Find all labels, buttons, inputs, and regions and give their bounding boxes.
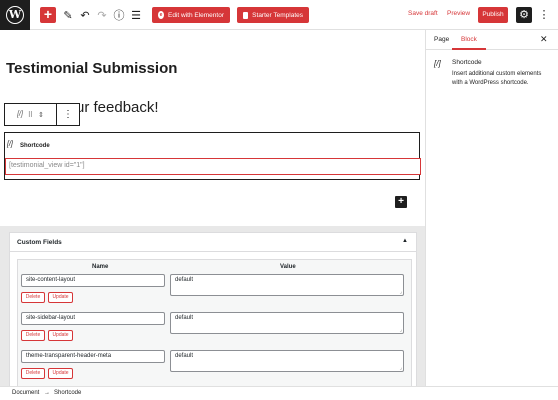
details-icon[interactable]: ⓘ xyxy=(111,7,127,23)
update-button[interactable]: Update xyxy=(48,292,73,303)
move-up-down-icon[interactable]: ⇕ xyxy=(38,111,44,119)
edit-with-elementor-button[interactable]: e Edit with Elementor xyxy=(152,7,230,23)
meta-value-field[interactable]: default ⌟ xyxy=(170,312,404,334)
tab-block[interactable]: Block xyxy=(461,36,477,43)
starter-templates-label: Starter Templates xyxy=(252,11,303,19)
editor-toolbar: W + ✎ ↶ ↷ ⓘ ☰ e Edit with Elementor Star… xyxy=(0,0,558,30)
block-toolbar: [/] ⠿ ⇕ ⋮ xyxy=(4,103,80,126)
sidebar-tabs: Page Block ✕ xyxy=(426,30,558,50)
breadcrumb-shortcode[interactable]: Shortcode xyxy=(54,390,81,396)
tab-page[interactable]: Page xyxy=(434,36,449,43)
delete-button[interactable]: Delete xyxy=(21,292,45,303)
shortcode-label: Shortcode xyxy=(20,143,50,149)
pencil-icon[interactable]: ✎ xyxy=(60,7,76,23)
update-button[interactable]: Update xyxy=(48,368,73,379)
column-header-name: Name xyxy=(92,264,109,270)
breadcrumb-document[interactable]: Document xyxy=(12,390,39,396)
settings-gear-icon[interactable]: ⚙ xyxy=(516,7,532,23)
update-button[interactable]: Update xyxy=(48,330,73,341)
more-options-icon[interactable]: ⋮ xyxy=(537,7,551,23)
save-draft-button[interactable]: Save draft xyxy=(408,10,438,17)
custom-fields-panel: Custom Fields ▲ Name Value site-content-… xyxy=(9,232,417,390)
resize-handle-icon[interactable]: ⌟ xyxy=(400,327,402,333)
meta-boxes-area: Custom Fields ▲ Name Value site-content-… xyxy=(0,226,425,390)
heading-block[interactable]: ur feedback! xyxy=(76,99,159,116)
breadcrumb-separator: → xyxy=(44,390,50,396)
preview-button[interactable]: Preview xyxy=(447,10,470,17)
block-breadcrumb: Document → Shortcode xyxy=(0,386,558,400)
meta-value-field[interactable]: default ⌟ xyxy=(170,274,404,296)
block-inserter-button[interactable]: + xyxy=(395,196,407,208)
editor-canvas: Testimonial Submission ur feedback! [/] … xyxy=(0,30,425,226)
custom-fields-header[interactable]: Custom Fields ▲ xyxy=(10,233,416,252)
shortcode-block-icon[interactable]: [/] xyxy=(17,111,23,118)
shortcode-icon: [/] xyxy=(7,141,13,148)
list-view-icon[interactable]: ☰ xyxy=(128,7,144,23)
block-controls: [/] ⠿ ⇕ xyxy=(5,104,57,125)
starter-templates-icon xyxy=(243,11,249,19)
column-header-value: Value xyxy=(280,264,296,270)
shortcode-block[interactable]: [/] Shortcode [testimonial_view id="1"] xyxy=(4,132,421,180)
meta-key-field[interactable]: site-sidebar-layout xyxy=(21,312,165,325)
drag-handle-icon[interactable]: ⠿ xyxy=(28,111,33,119)
post-title[interactable]: Testimonial Submission xyxy=(6,60,177,77)
block-card-title: Shortcode xyxy=(452,59,482,66)
redo-icon[interactable]: ↷ xyxy=(94,7,110,23)
custom-fields-title: Custom Fields xyxy=(17,239,62,246)
edit-with-elementor-label: Edit with Elementor xyxy=(168,11,224,19)
add-block-button[interactable]: + xyxy=(40,7,56,23)
resize-handle-icon[interactable]: ⌟ xyxy=(400,289,402,295)
meta-value-text: default xyxy=(175,353,194,359)
wordpress-logo-button[interactable]: W xyxy=(0,0,30,30)
elementor-icon: e xyxy=(158,11,164,19)
delete-button[interactable]: Delete xyxy=(21,368,45,379)
block-options-icon[interactable]: ⋮ xyxy=(57,104,79,125)
shortcode-icon: [/] xyxy=(434,59,441,68)
delete-button[interactable]: Delete xyxy=(21,330,45,341)
meta-key-field[interactable]: theme-transparent-header-meta xyxy=(21,350,165,363)
collapse-arrow-icon[interactable]: ▲ xyxy=(402,238,408,244)
close-icon[interactable]: ✕ xyxy=(540,34,548,45)
meta-key-field[interactable]: site-content-layout xyxy=(21,274,165,287)
starter-templates-button[interactable]: Starter Templates xyxy=(237,7,309,23)
resize-handle-icon[interactable]: ⌟ xyxy=(400,365,402,371)
block-card-description: Insert additional custom elements with a… xyxy=(452,71,542,86)
meta-value-text: default xyxy=(175,277,194,283)
publish-button[interactable]: Publish xyxy=(478,7,508,23)
active-tab-indicator xyxy=(452,48,486,50)
meta-value-field[interactable]: default ⌟ xyxy=(170,350,404,372)
undo-icon[interactable]: ↶ xyxy=(77,7,93,23)
settings-sidebar: Page Block ✕ [/] Shortcode Insert additi… xyxy=(425,30,558,386)
wordpress-logo-icon: W xyxy=(6,6,24,24)
custom-fields-table: Name Value site-content-layout default ⌟… xyxy=(17,259,412,389)
meta-value-text: default xyxy=(175,315,194,321)
shortcode-input[interactable]: [testimonial_view id="1"] xyxy=(5,158,421,175)
